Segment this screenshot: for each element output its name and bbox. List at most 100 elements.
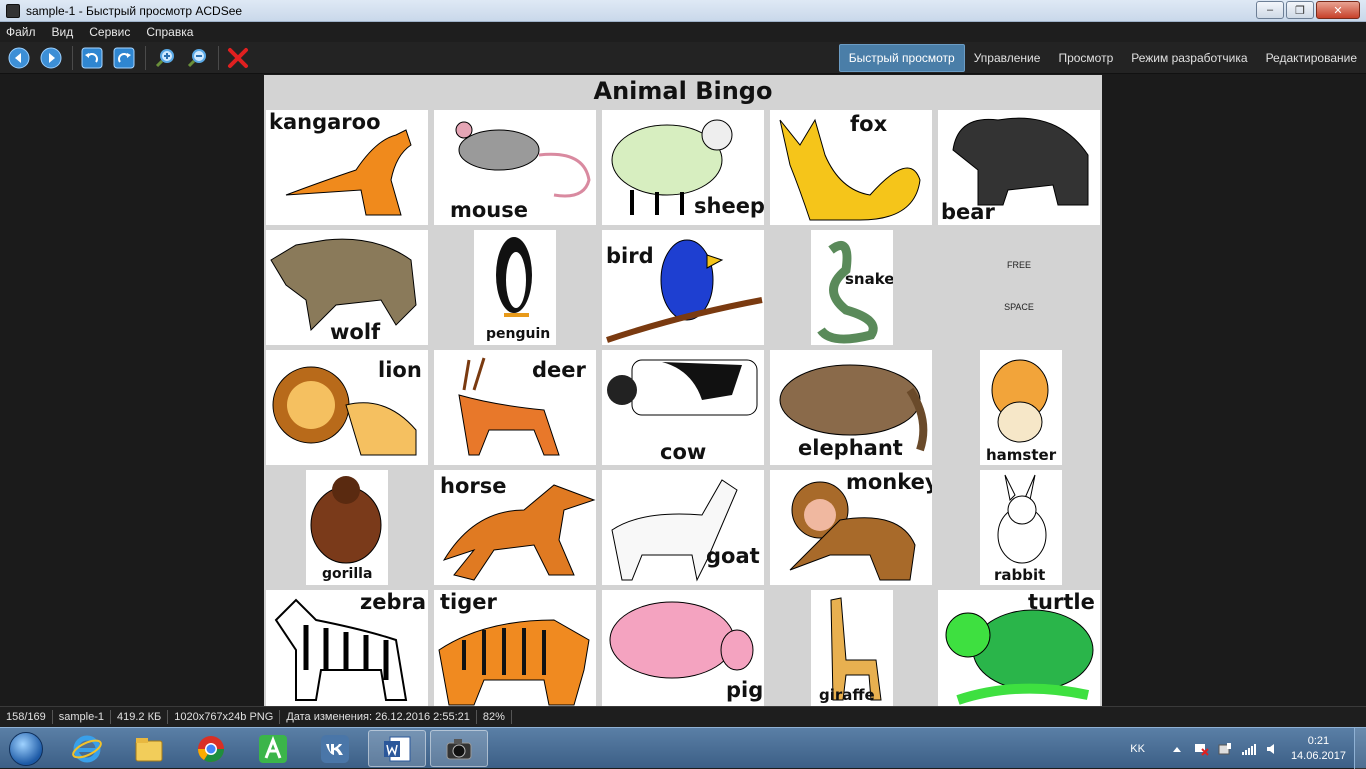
bingo-cell: mouse [434, 110, 596, 225]
cell-label: mouse [450, 198, 529, 222]
status-filename: sample-1 [53, 710, 112, 724]
taskbar-app-green[interactable] [244, 730, 302, 767]
bingo-cell: wolf [266, 230, 428, 345]
bingo-cell: elephant [770, 350, 932, 465]
rotate-right-button[interactable] [111, 45, 137, 71]
volume-icon[interactable] [1265, 742, 1281, 756]
clock[interactable]: 0:21 14.06.2017 [1291, 734, 1346, 764]
zoom-in-button[interactable] [152, 45, 178, 71]
bingo-cell: gorilla [306, 470, 388, 585]
acdsee-app-icon [6, 3, 20, 18]
vk-icon [321, 734, 349, 763]
cell-label: kangaroo [269, 110, 381, 134]
bingo-cell: kangaroo [266, 110, 428, 225]
bingo-cell: giraffe [811, 590, 893, 706]
free-space-line1: FREE [1006, 260, 1031, 270]
action-center-flag-icon[interactable] [1193, 742, 1209, 756]
mode-tabs: Быстрый просмотр Управление Просмотр Реж… [838, 44, 1366, 72]
tab-edit[interactable]: Редактирование [1257, 45, 1366, 71]
status-index: 158/169 [0, 710, 53, 724]
show-desktop-button[interactable] [1354, 728, 1366, 769]
cell-label: gorilla [322, 566, 373, 582]
language-indicator[interactable]: KK [1130, 743, 1145, 755]
cell-label: elephant [798, 436, 903, 460]
menu-file[interactable]: Файл [6, 25, 36, 39]
chrome-icon [197, 735, 225, 762]
status-zoom[interactable]: 82% [477, 710, 512, 724]
word-icon [384, 736, 411, 761]
taskbar-ie[interactable] [58, 730, 116, 767]
status-dimensions: 1020x767x24b PNG [168, 710, 281, 724]
cell-label: deer [532, 358, 586, 382]
arrow-left-icon [8, 47, 30, 68]
zoom-out-button[interactable] [184, 45, 210, 71]
next-button[interactable] [38, 45, 64, 71]
free-space-line2: SPACE [1004, 302, 1034, 312]
tab-view[interactable]: Просмотр [1049, 45, 1122, 71]
bingo-cell: sheep [602, 110, 764, 225]
cell-label: sheep [694, 194, 764, 218]
title-bar: sample-1 - Быстрый просмотр ACDSee – ❐ ✕ [0, 0, 1366, 22]
close-viewer-button[interactable] [225, 45, 251, 71]
image-viewer[interactable]: Animal Bingo kangaroo mouse sheep fox be… [0, 75, 1366, 706]
taskbar-word[interactable] [368, 730, 426, 767]
taskbar-explorer[interactable] [120, 730, 178, 767]
menu-view[interactable]: Вид [52, 25, 74, 39]
cell-label: goat [706, 544, 760, 568]
window-controls: – ❐ ✕ [1256, 1, 1360, 19]
cell-label: bear [941, 200, 995, 224]
clock-date: 14.06.2017 [1290, 749, 1346, 762]
cell-label: snake [845, 270, 893, 288]
minimize-button[interactable]: – [1256, 1, 1284, 19]
bingo-cell: snake [811, 230, 893, 345]
status-modified: Дата изменения: 26.12.2016 2:55:21 [280, 710, 477, 724]
green-a-app-icon [259, 734, 287, 763]
tab-manage[interactable]: Управление [965, 45, 1050, 71]
camera-icon [446, 738, 472, 759]
arrow-right-icon [40, 47, 62, 68]
taskbar-vk[interactable] [306, 730, 364, 767]
system-tray: KK 0:21 14.06.2017 [1130, 728, 1366, 769]
zoom-in-icon [155, 48, 174, 67]
toolbar-separator [145, 45, 146, 70]
clock-time: 0:21 [1307, 734, 1330, 747]
close-window-button[interactable]: ✕ [1316, 1, 1360, 19]
cell-label: rabbit [994, 566, 1046, 584]
cell-label: giraffe [819, 686, 875, 704]
bingo-cell: bear [938, 110, 1100, 225]
cell-label: lion [378, 358, 422, 382]
bingo-image: Animal Bingo kangaroo mouse sheep fox be… [264, 75, 1102, 706]
toolbar-separator [72, 45, 73, 70]
cell-label: hamster [986, 446, 1057, 464]
cell-label: wolf [330, 320, 381, 344]
cell-label: monkey [846, 470, 932, 494]
rotate-left-button[interactable] [79, 45, 105, 71]
show-hidden-icons-icon[interactable] [1169, 742, 1185, 756]
bingo-cell: hamster [980, 350, 1062, 465]
tab-quick-view[interactable]: Быстрый просмотр [838, 44, 965, 72]
bingo-cell: bird [602, 230, 764, 345]
bingo-cell: deer [434, 350, 596, 465]
restore-button[interactable]: ❐ [1286, 1, 1314, 19]
device-icon[interactable] [1217, 742, 1233, 756]
close-red-icon [228, 47, 248, 68]
taskbar-chrome[interactable] [182, 730, 240, 767]
cell-label: turtle [1028, 590, 1095, 614]
internet-explorer-icon [72, 735, 102, 762]
menu-help[interactable]: Справка [146, 25, 193, 39]
start-button[interactable] [4, 730, 48, 768]
network-signal-icon[interactable] [1241, 742, 1257, 756]
taskbar-acdsee[interactable] [430, 730, 488, 767]
taskbar: KK 0:21 14.06.2017 [0, 727, 1366, 769]
previous-button[interactable] [6, 45, 32, 71]
rotate-right-icon [113, 47, 135, 68]
cell-label: zebra [360, 590, 427, 614]
bingo-cell: penguin [474, 230, 556, 345]
cell-label: bird [606, 244, 654, 268]
tab-developer-mode[interactable]: Режим разработчика [1122, 45, 1256, 71]
menu-tools[interactable]: Сервис [89, 25, 130, 39]
bingo-cell: zebra [266, 590, 428, 706]
status-filesize: 419.2 КБ [111, 710, 169, 724]
bingo-title: Animal Bingo [593, 77, 773, 105]
bingo-cell: rabbit [980, 470, 1062, 585]
